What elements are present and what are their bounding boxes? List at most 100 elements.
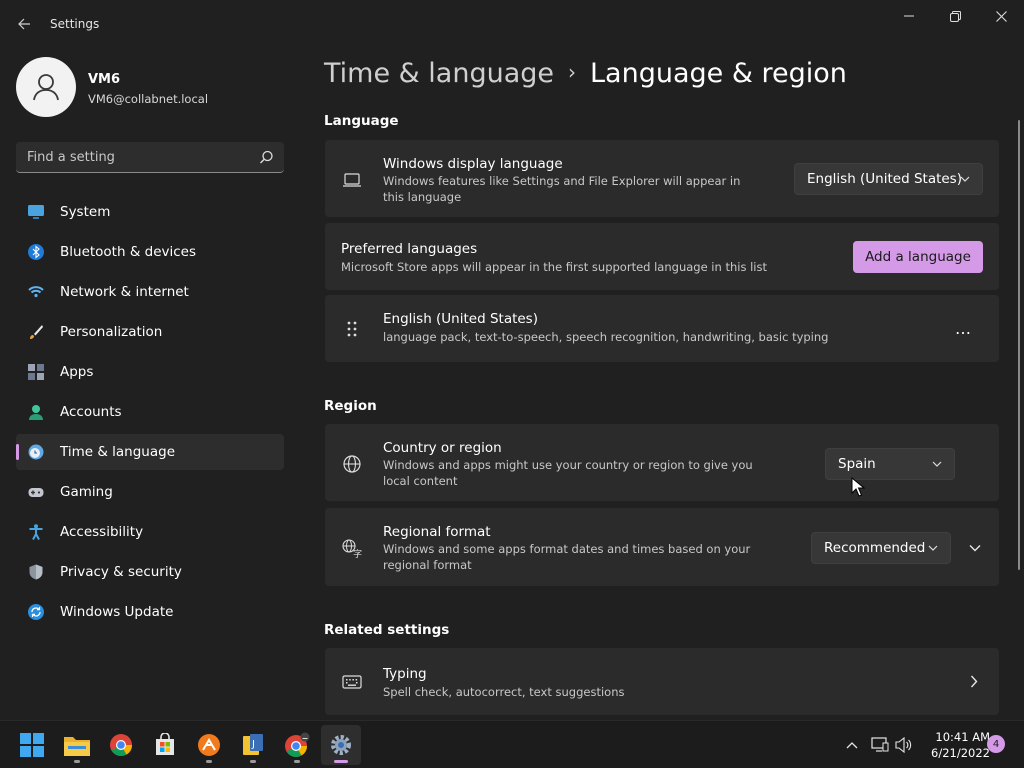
search-box: [16, 142, 284, 173]
sidebar-item-windows-update[interactable]: Windows Update: [16, 594, 284, 630]
sidebar-item-label: Accessibility: [60, 524, 144, 540]
close-icon: [995, 10, 1007, 22]
add-language-button[interactable]: Add a language: [853, 241, 983, 273]
globe-icon: [343, 455, 361, 473]
display-language-description: Windows features like Settings and File …: [383, 174, 741, 204]
apps-icon: [28, 364, 44, 380]
country-region-dropdown[interactable]: Spain: [825, 448, 955, 480]
country-region-description: Windows and apps might use your country …: [383, 458, 753, 488]
installed-language-title: English (United States): [383, 311, 538, 327]
display-language-title: Windows display language: [383, 156, 563, 172]
taskbar-microsoft-store[interactable]: [145, 725, 185, 765]
breadcrumb-parent[interactable]: Time & language: [324, 58, 554, 89]
sidebar-item-label: Gaming: [60, 484, 113, 500]
sidebar-item-apps[interactable]: Apps: [16, 354, 284, 390]
keyboard-icon: [342, 675, 362, 689]
taskbar-clock[interactable]: 10:41 AM 6/21/2022: [920, 729, 990, 761]
dropdown-value: English (United States): [807, 171, 962, 187]
close-button[interactable]: [978, 0, 1024, 32]
sidebar-item-time-language[interactable]: Time & language: [16, 434, 284, 470]
volume-tray-button[interactable]: [894, 735, 914, 755]
search-icon[interactable]: [259, 150, 274, 165]
breadcrumb: Time & language › Language & region: [324, 58, 847, 89]
language-format-icon: 字: [342, 539, 362, 558]
clock-date: 6/21/2022: [931, 746, 990, 760]
minimize-icon: [904, 15, 914, 17]
display-language-dropdown[interactable]: English (United States): [794, 163, 983, 195]
dropdown-value: Recommended: [824, 540, 926, 556]
typing-description: Spell check, autocorrect, text suggestio…: [383, 685, 625, 699]
profile-name: VM6: [88, 72, 121, 87]
taskbar: J 10:41 AM 6/21/2022: [0, 720, 1024, 768]
taskbar-app-orange[interactable]: [189, 725, 229, 765]
system-icon: [28, 205, 44, 219]
avatar: [16, 57, 76, 117]
typing-title: Typing: [383, 666, 427, 682]
mouse-cursor-icon: [851, 477, 865, 497]
scrollbar[interactable]: [1018, 120, 1020, 570]
sidebar-item-gaming[interactable]: Gaming: [16, 474, 284, 510]
sidebar-item-system[interactable]: System: [16, 194, 284, 230]
profile-email: VM6@collabnet.local: [88, 92, 209, 106]
taskbar-settings[interactable]: [321, 725, 361, 765]
sidebar-item-label: Privacy & security: [60, 564, 182, 580]
expand-button[interactable]: [961, 532, 989, 564]
time-language-icon: [28, 444, 44, 460]
user-profile[interactable]: VM6 VM6@collabnet.local: [16, 57, 296, 117]
country-region-title: Country or region: [383, 440, 502, 456]
sidebar-item-personalization[interactable]: Personalization: [16, 314, 284, 350]
country-region-card: Country or region Windows and apps might…: [325, 424, 999, 501]
installed-language-card[interactable]: English (United States) language pack, t…: [325, 295, 999, 362]
sidebar-item-accounts[interactable]: Accounts: [16, 394, 284, 430]
person-icon: [33, 74, 59, 101]
gear-icon: [331, 735, 351, 755]
section-title-region: Region: [324, 398, 377, 414]
bluetooth-icon: [28, 244, 44, 260]
network-tray-button[interactable]: [870, 735, 890, 755]
section-title-related: Related settings: [324, 622, 450, 638]
restore-button[interactable]: [932, 0, 978, 32]
sidebar-item-label: Personalization: [60, 324, 163, 340]
search-input[interactable]: [16, 142, 252, 172]
sidebar-item-network[interactable]: Network & internet: [16, 274, 284, 310]
sidebar-item-privacy[interactable]: Privacy & security: [16, 554, 284, 590]
taskbar-chrome[interactable]: [101, 725, 141, 765]
show-hidden-icons-button[interactable]: [842, 735, 862, 755]
laptop-icon: [343, 173, 361, 187]
sidebar-item-bluetooth[interactable]: Bluetooth & devices: [16, 234, 284, 270]
chrome-icon: [285, 732, 310, 757]
installed-language-description: language pack, text-to-speech, speech re…: [383, 330, 829, 344]
taskbar-chrome-profile[interactable]: [277, 725, 317, 765]
regional-format-description: Windows and some apps format dates and t…: [383, 542, 751, 572]
taskbar-app-yellow[interactable]: J: [233, 725, 273, 765]
preferred-languages-title: Preferred languages: [341, 241, 478, 257]
arrow-left-icon: [18, 18, 30, 30]
sidebar-item-label: Windows Update: [60, 604, 174, 620]
app-yellow-icon: J: [243, 734, 263, 755]
folder-icon: [64, 737, 90, 756]
chrome-icon: [110, 734, 132, 756]
svg-text:字: 字: [353, 548, 362, 558]
start-button[interactable]: [12, 725, 52, 765]
sidebar-item-label: Apps: [60, 364, 94, 380]
clock-time: 10:41 AM: [935, 730, 990, 744]
typing-card[interactable]: Typing Spell check, autocorrect, text su…: [325, 648, 999, 715]
back-button[interactable]: [10, 10, 38, 38]
sidebar-item-label: Network & internet: [60, 284, 189, 300]
notification-badge[interactable]: 4: [987, 735, 1005, 753]
drag-handle-icon[interactable]: [342, 319, 362, 339]
section-title-language: Language: [324, 113, 399, 129]
regional-format-dropdown[interactable]: Recommended: [811, 532, 951, 564]
display-language-card: Windows display language Windows feature…: [325, 140, 999, 217]
chevron-down-icon: [928, 545, 938, 551]
accessibility-icon: [29, 524, 43, 540]
taskbar-file-explorer[interactable]: [57, 725, 97, 765]
regional-format-title: Regional format: [383, 524, 491, 540]
page-title: Language & region: [590, 58, 847, 89]
restore-icon: [949, 10, 961, 22]
minimize-button[interactable]: [886, 0, 932, 32]
wifi-icon: [28, 286, 44, 298]
sidebar-item-accessibility[interactable]: Accessibility: [16, 514, 284, 550]
breadcrumb-separator: ›: [568, 60, 577, 84]
more-options-button[interactable]: …: [945, 313, 981, 343]
